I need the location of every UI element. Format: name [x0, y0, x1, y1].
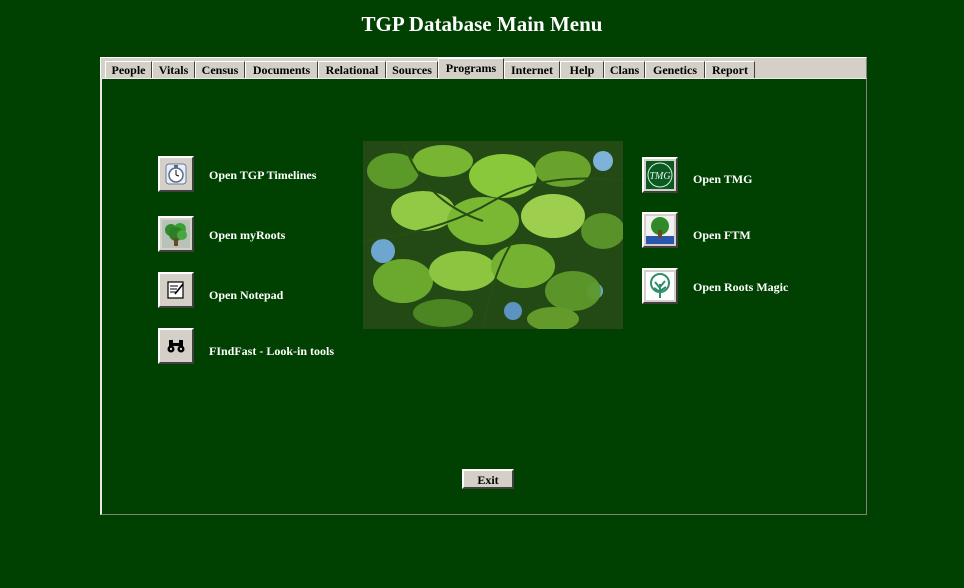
- open-ftm-button[interactable]: [642, 212, 678, 248]
- findfast-label: FIndFast - Look-in tools: [209, 344, 335, 358]
- tmg-logo-icon: TMG: [646, 161, 674, 189]
- open-tgp-timelines-label: Open TGP Timelines: [209, 168, 317, 182]
- findfast-button[interactable]: [158, 328, 194, 364]
- tab-internet[interactable]: Internet: [504, 61, 560, 78]
- tab-strip: People Vitals Census Documents Relationa…: [100, 57, 867, 79]
- tab-programs[interactable]: Programs: [438, 58, 504, 79]
- open-myroots-label: Open myRoots: [209, 228, 286, 242]
- open-notepad-label: Open Notepad: [209, 288, 284, 302]
- tab-relational[interactable]: Relational: [318, 61, 386, 78]
- exit-button[interactable]: Exit: [462, 469, 514, 489]
- open-myroots-button[interactable]: [158, 216, 194, 252]
- open-tgp-timelines-button[interactable]: [158, 156, 194, 192]
- tab-vitals[interactable]: Vitals: [152, 61, 195, 78]
- stopwatch-icon: [165, 163, 187, 185]
- open-tmg-label: Open TMG: [693, 172, 753, 186]
- tab-report[interactable]: Report: [705, 61, 755, 78]
- open-roots-magic-label: Open Roots Magic: [693, 280, 789, 294]
- binoculars-icon: [167, 340, 185, 353]
- tab-people[interactable]: People: [105, 61, 152, 78]
- tab-help[interactable]: Help: [560, 61, 604, 78]
- svg-text:TMG: TMG: [649, 171, 670, 182]
- open-roots-magic-button[interactable]: [642, 268, 678, 304]
- tab-clans[interactable]: Clans: [604, 61, 645, 78]
- tab-sources[interactable]: Sources: [386, 61, 438, 78]
- leaves-image: [363, 141, 623, 329]
- open-tmg-button[interactable]: TMG: [642, 157, 678, 193]
- tab-documents[interactable]: Documents: [245, 61, 318, 78]
- tab-genetics[interactable]: Genetics: [645, 61, 705, 78]
- leaves-photo: [363, 141, 623, 329]
- open-ftm-label: Open FTM: [693, 228, 751, 242]
- tree-icon: [162, 220, 190, 248]
- page-title: TGP Database Main Menu: [361, 12, 603, 36]
- open-notepad-button[interactable]: [158, 272, 194, 308]
- ftm-tree-icon: [646, 216, 674, 244]
- tab-census[interactable]: Census: [195, 61, 245, 78]
- roots-magic-tree-icon: [646, 272, 674, 300]
- notepad-icon: [167, 281, 184, 299]
